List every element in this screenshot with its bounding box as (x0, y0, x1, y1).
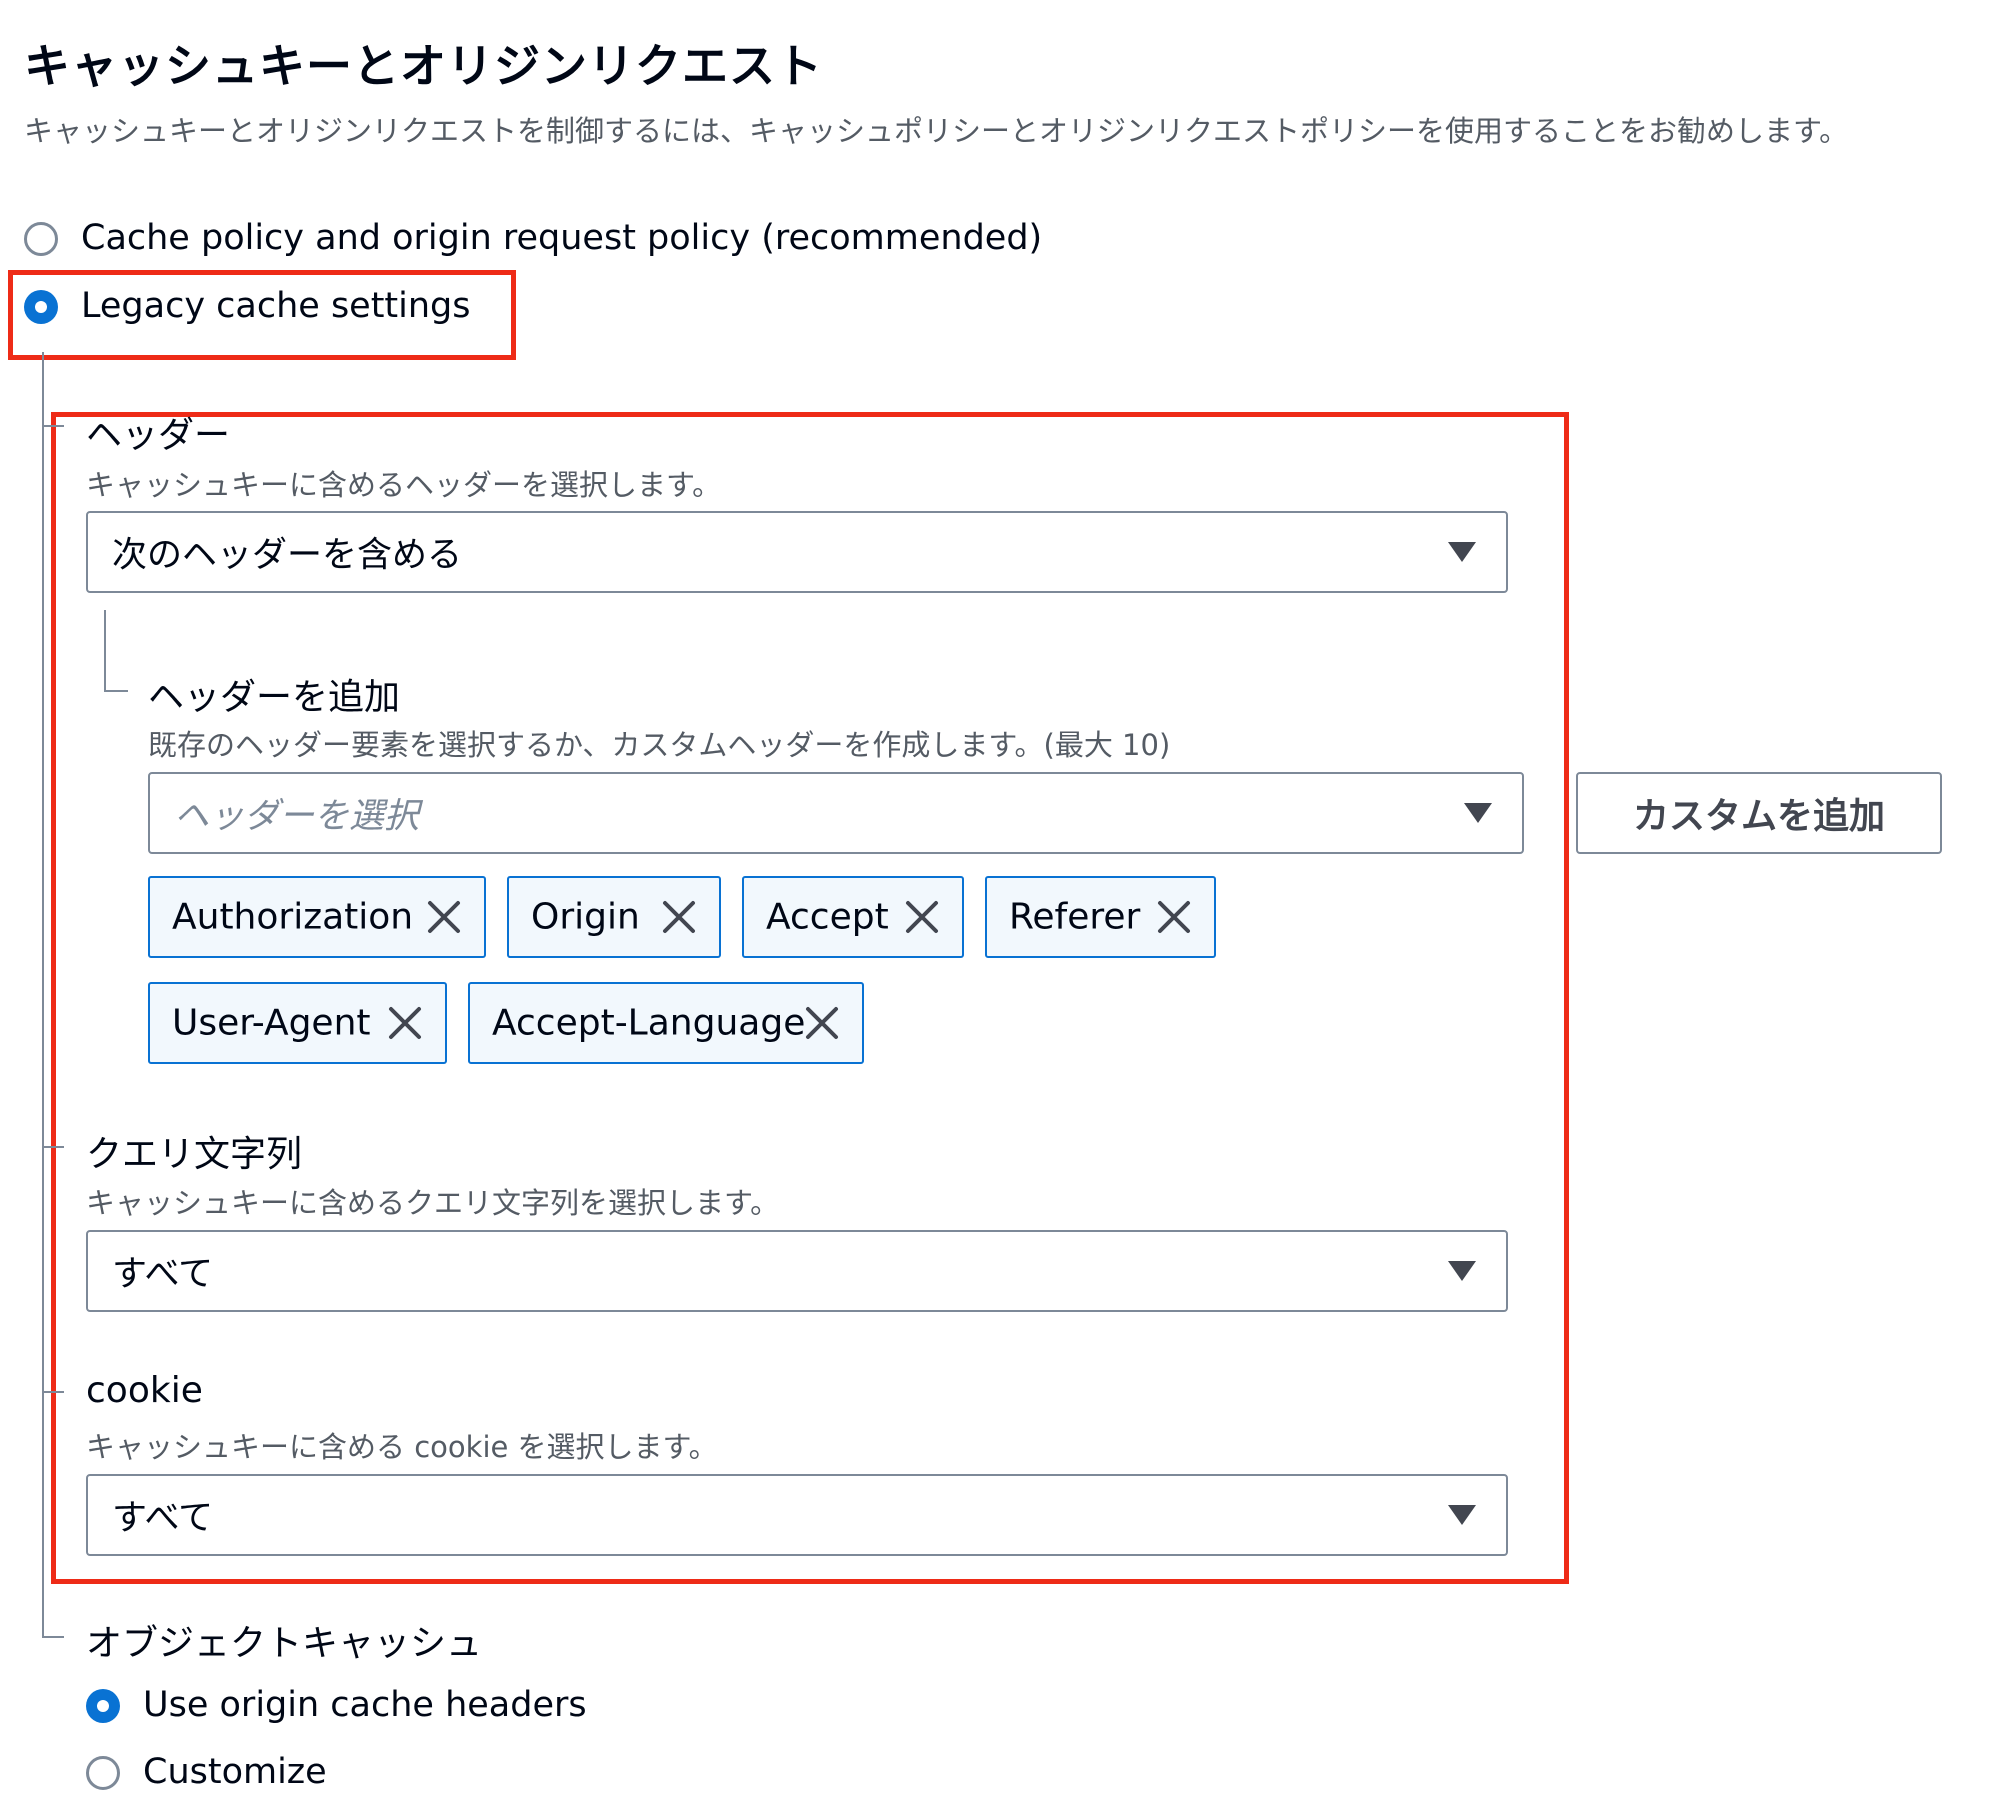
token-accept: Accept (742, 876, 964, 958)
highlight-legacy-option (8, 270, 516, 360)
tree-tick-cookie (42, 1391, 64, 1393)
add-header-label: ヘッダーを追加 (148, 677, 401, 718)
radio-cache-policy-label[interactable]: Cache policy and origin request policy (… (81, 218, 1042, 258)
chevron-down-icon (1448, 1261, 1476, 1281)
headers-label: ヘッダー (86, 415, 231, 456)
chevron-down-icon (1448, 542, 1476, 562)
header-picker-placeholder: ヘッダーを選択 (174, 796, 420, 837)
chevron-down-icon (1464, 803, 1492, 823)
query-strings-select-value: すべて (112, 1254, 214, 1295)
token-label: Accept (766, 896, 889, 938)
token-label: Accept-Language (492, 1002, 806, 1044)
query-strings-label: クエリ文字列 (86, 1134, 303, 1175)
token-label: Referer (1009, 896, 1141, 938)
radio-origin-cache-headers[interactable] (86, 1689, 120, 1723)
query-strings-description: キャッシュキーに含めるクエリ文字列を選択します。 (86, 1186, 780, 1220)
radio-cache-policy[interactable] (24, 222, 58, 256)
tree-tick-query (42, 1146, 64, 1148)
token-origin: Origin (507, 876, 721, 958)
header-picker[interactable]: ヘッダーを選択 (148, 772, 1524, 854)
object-cache-label: オブジェクトキャッシュ (86, 1623, 483, 1664)
close-icon[interactable] (661, 899, 697, 935)
token-label: Origin (531, 896, 640, 938)
tree-tick-headers (42, 425, 64, 427)
cookie-label: cookie (86, 1370, 203, 1411)
headers-select[interactable]: 次のヘッダーを含める (86, 511, 1508, 593)
tree-tick-object-cache (42, 1636, 64, 1638)
close-icon[interactable] (426, 899, 462, 935)
token-user-agent: User-Agent (148, 982, 447, 1064)
cookie-description: キャッシュキーに含める cookie を選択します。 (86, 1430, 718, 1464)
cookie-select[interactable]: すべて (86, 1474, 1508, 1556)
radio-customize[interactable] (86, 1756, 120, 1790)
close-icon[interactable] (1156, 899, 1192, 935)
headers-select-value: 次のヘッダーを含める (112, 535, 463, 576)
tree-line (42, 352, 44, 1638)
add-custom-header-button-label: カスタムを追加 (1632, 796, 1885, 837)
add-custom-header-button[interactable]: カスタムを追加 (1576, 772, 1942, 854)
headers-description: キャッシュキーに含めるヘッダーを選択します。 (86, 468, 722, 502)
radio-customize-label[interactable]: Customize (143, 1752, 327, 1792)
token-accept-language: Accept-Language (468, 982, 864, 1064)
subtree-tick (104, 690, 128, 692)
radio-origin-cache-headers-label[interactable]: Use origin cache headers (143, 1685, 587, 1725)
add-header-description: 既存のヘッダー要素を選択するか、カスタムヘッダーを作成します。(最大 10) (148, 728, 1171, 762)
token-authorization: Authorization (148, 876, 486, 958)
token-label: Authorization (172, 896, 414, 938)
token-label: User-Agent (172, 1002, 371, 1044)
page-title: キャッシュキーとオリジンリクエスト (24, 39, 823, 93)
page-description: キャッシュキーとオリジンリクエストを制御するには、キャッシュポリシーとオリジンリ… (24, 114, 1849, 148)
close-icon[interactable] (904, 899, 940, 935)
cookie-select-value: すべて (112, 1498, 214, 1539)
query-strings-select[interactable]: すべて (86, 1230, 1508, 1312)
chevron-down-icon (1448, 1505, 1476, 1525)
token-referer: Referer (985, 876, 1216, 958)
subtree-line (104, 610, 106, 692)
close-icon[interactable] (804, 1005, 840, 1041)
close-icon[interactable] (387, 1005, 423, 1041)
